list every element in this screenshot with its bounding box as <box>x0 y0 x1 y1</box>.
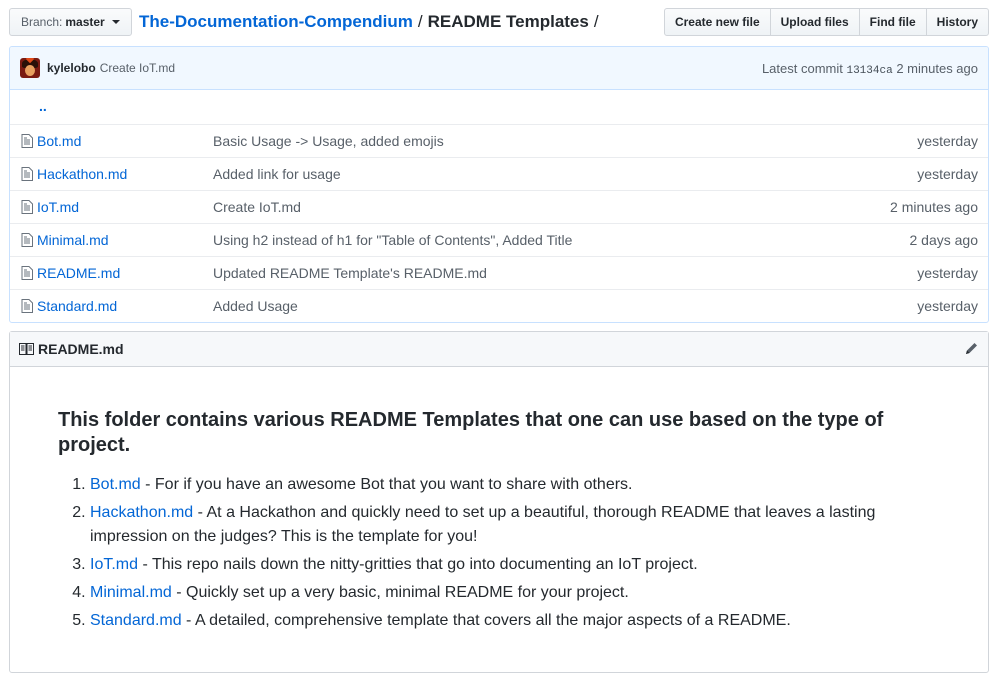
file-navigation: Branch: master The-Documentation-Compend… <box>9 8 989 36</box>
template-link[interactable]: Standard.md <box>90 612 182 629</box>
history-button[interactable]: History <box>925 8 989 36</box>
readme-panel: README.md This folder contains various R… <box>9 331 989 673</box>
caret-down-icon <box>111 20 120 24</box>
list-item: Hackathon.md - At a Hackathon and quickl… <box>90 501 938 549</box>
file-row: Bot.md Basic Usage -> Usage, added emoji… <box>10 124 988 157</box>
book-icon <box>19 343 34 355</box>
breadcrumb-repo-link[interactable]: The-Documentation-Compendium <box>139 12 413 31</box>
file-age: 2 minutes ago <box>890 199 978 215</box>
avatar[interactable] <box>20 58 40 78</box>
upload-files-button[interactable]: Upload files <box>769 8 860 36</box>
file-name-link[interactable]: Standard.md <box>37 298 117 314</box>
list-item: IoT.md - This repo nails down the nitty-… <box>90 553 938 577</box>
template-link[interactable]: Bot.md <box>90 476 141 493</box>
file-row: README.md Updated README Template's READ… <box>10 256 988 289</box>
template-description: - A detailed, comprehensive template tha… <box>181 612 791 629</box>
readme-header: README.md <box>10 332 988 367</box>
file-icon <box>21 134 33 148</box>
template-description: - For if you have an awesome Bot that yo… <box>140 476 633 493</box>
file-commit-message[interactable]: Added Usage <box>213 298 298 314</box>
file-icon <box>21 299 33 313</box>
template-description: - At a Hackathon and quickly need to set… <box>90 504 876 545</box>
file-commit-message[interactable]: Create IoT.md <box>213 199 301 215</box>
commit-age: 2 minutes ago <box>896 61 978 76</box>
template-description: - Quickly set up a very basic, minimal R… <box>171 584 629 601</box>
template-link[interactable]: IoT.md <box>90 556 138 573</box>
latest-commit-bar: kylelobo Create IoT.md Latest commit 131… <box>10 47 988 90</box>
parent-dir-link[interactable]: .. <box>39 98 47 114</box>
file-actions: Create new file Upload files Find file H… <box>663 8 989 36</box>
create-new-file-button[interactable]: Create new file <box>663 8 771 36</box>
file-age: 2 days ago <box>909 232 979 248</box>
branch-name: master <box>65 15 105 29</box>
file-row: IoT.md Create IoT.md 2 minutes ago <box>10 190 988 223</box>
breadcrumb: The-Documentation-Compendium / README Temp… <box>139 11 604 33</box>
breadcrumb-separator: / <box>417 12 423 31</box>
file-name-link[interactable]: Bot.md <box>37 133 81 149</box>
file-commit-message[interactable]: Updated README Template's README.md <box>213 265 487 281</box>
template-description: - This repo nails down the nitty-grittie… <box>138 556 698 573</box>
commit-sha-link[interactable]: 13134ca <box>846 65 892 77</box>
pencil-icon[interactable] <box>964 341 979 356</box>
file-age: yesterday <box>917 166 978 182</box>
file-list: kylelobo Create IoT.md Latest commit 131… <box>9 46 989 323</box>
file-icon <box>21 266 33 280</box>
file-icon <box>21 233 33 247</box>
file-age: yesterday <box>917 265 978 281</box>
list-item: Minimal.md - Quickly set up a very basic… <box>90 581 938 605</box>
readme-heading: This folder contains various README Temp… <box>58 409 884 456</box>
list-item: Bot.md - For if you have an awesome Bot … <box>90 473 938 497</box>
latest-commit-info: Latest commit 13134ca 2 minutes ago <box>762 47 978 93</box>
commit-message-link[interactable]: Create IoT.md <box>100 61 175 75</box>
template-link[interactable]: Hackathon.md <box>90 504 193 521</box>
readme-content: This folder contains various README Temp… <box>58 372 938 637</box>
file-icon <box>21 200 33 214</box>
file-name-link[interactable]: README.md <box>37 265 120 281</box>
file-row: Hackathon.md Added link for usage yester… <box>10 157 988 190</box>
find-file-button[interactable]: Find file <box>858 8 927 36</box>
file-icon <box>21 167 33 181</box>
template-link[interactable]: Minimal.md <box>90 584 172 601</box>
file-row: Standard.md Added Usage yesterday <box>10 289 988 322</box>
commit-author-link[interactable]: kylelobo <box>47 61 96 75</box>
parent-dir-row: .. <box>10 90 988 124</box>
file-name-link[interactable]: IoT.md <box>37 199 79 215</box>
file-row: Minimal.md Using h2 instead of h1 for "T… <box>10 223 988 256</box>
readme-title: README.md <box>38 341 124 357</box>
breadcrumb-separator: / <box>593 12 599 31</box>
branch-prefix: Branch: <box>21 15 63 29</box>
branch-select-button[interactable]: Branch: master <box>9 8 132 36</box>
file-commit-message[interactable]: Basic Usage -> Usage, added emojis <box>213 133 444 149</box>
file-age: yesterday <box>917 133 978 149</box>
latest-commit-label: Latest commit <box>761 61 843 76</box>
file-name-link[interactable]: Hackathon.md <box>37 166 127 182</box>
template-list: Bot.md - For if you have an awesome Bot … <box>58 473 938 633</box>
file-commit-message[interactable]: Using h2 instead of h1 for "Table of Con… <box>213 232 572 248</box>
breadcrumb-current-dir: README Templates <box>427 12 589 31</box>
file-commit-message[interactable]: Added link for usage <box>213 166 341 182</box>
file-age: yesterday <box>917 298 978 314</box>
list-item: Standard.md - A detailed, comprehensive … <box>90 609 938 633</box>
file-name-link[interactable]: Minimal.md <box>37 232 109 248</box>
